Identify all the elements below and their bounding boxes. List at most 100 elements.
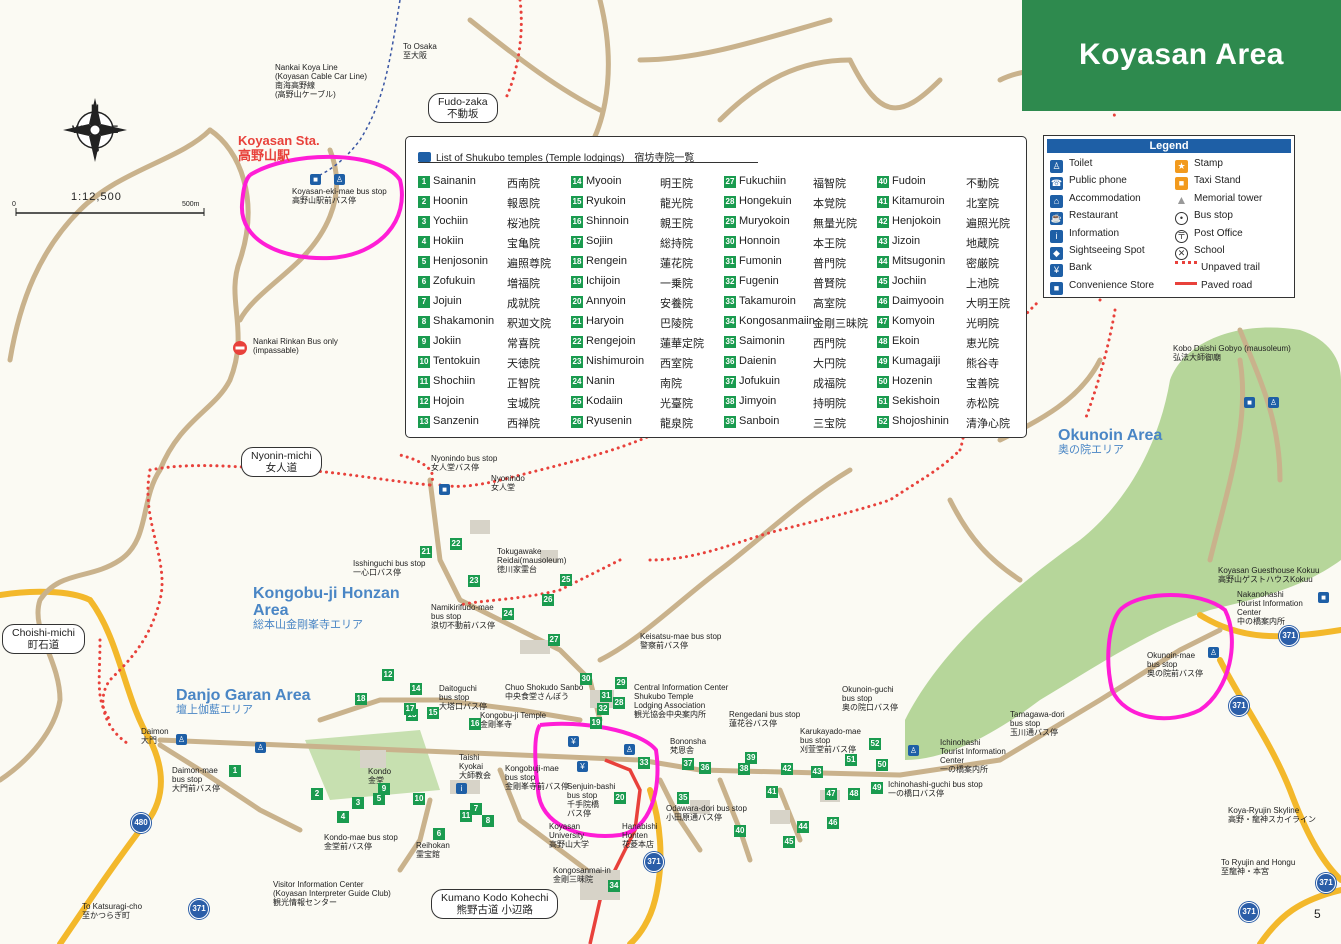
compass-w-label: W bbox=[72, 124, 83, 136]
rengedani-label: Rengedani bus stop 蓮花谷バス停 bbox=[729, 710, 801, 728]
map-temple-number: 4 bbox=[337, 811, 349, 823]
bus-stop-icon: ■ bbox=[439, 484, 450, 495]
temple-name-en: Haryoin bbox=[586, 315, 624, 327]
temple-number: 31 bbox=[724, 256, 736, 268]
to-osaka-label: To Osaka 至大阪 bbox=[403, 42, 437, 60]
legend-item: ♙ Toilet bbox=[1050, 157, 1092, 173]
sightseeing-icon: ◆ bbox=[1050, 247, 1063, 260]
map-temple-number: 32 bbox=[597, 703, 609, 715]
temple-number: 16 bbox=[571, 216, 583, 228]
legend-label: Bank bbox=[1069, 262, 1092, 274]
temple-name-ja: 福智院 bbox=[813, 178, 846, 190]
map-temple-number: 3 bbox=[352, 797, 364, 809]
stamp-icon: ★ bbox=[1175, 160, 1188, 173]
bank-icon: ¥ bbox=[577, 761, 588, 772]
ichinohashi-info-label: Ichinohashi Tourist Information Center 一の橋案… bbox=[940, 738, 1006, 774]
legend-item: ⌂ Accommodation bbox=[1050, 192, 1141, 208]
temple-name-en: Nishimuroin bbox=[586, 355, 645, 367]
temple-number: 50 bbox=[877, 376, 889, 388]
temple-name-en: Jojuin bbox=[433, 295, 462, 307]
temple-name-ja: 釈迦文院 bbox=[507, 318, 551, 330]
temple-name-ja: 三宝院 bbox=[813, 418, 846, 430]
map-temple-number: 25 bbox=[560, 574, 572, 586]
map-temple-number: 50 bbox=[876, 759, 888, 771]
temple-name-en: Zofukuin bbox=[433, 275, 476, 287]
route-480-marker: 480 bbox=[131, 813, 151, 833]
daimon-label: Daimon 大門 bbox=[141, 727, 169, 745]
temple-name-ja: 成就院 bbox=[507, 298, 540, 310]
temple-name-en: Henjokoin bbox=[892, 215, 941, 227]
map-temple-number: 45 bbox=[783, 836, 795, 848]
compass-e-label: E bbox=[111, 124, 119, 136]
accommodation-icon: ⌂ bbox=[1050, 194, 1063, 208]
temple-name-en: Hojoin bbox=[433, 395, 465, 407]
legend-item: • Bus stop bbox=[1175, 209, 1233, 226]
temple-name-en: Hozenin bbox=[892, 375, 933, 387]
okunoin-mae-label: Okunoin-mae bus stop 奥の院前バス停 bbox=[1147, 651, 1203, 678]
temple-name-ja: 南院 bbox=[660, 378, 682, 390]
guesthouse-label: Koyasan Guesthouse Kokuu 高野山ゲストハウスKokuu bbox=[1218, 566, 1320, 584]
fudozaka-label: Fudo-zaka 不動坂 bbox=[428, 93, 498, 123]
map-temple-number: 8 bbox=[482, 815, 494, 827]
temple-name-en: Daimyooin bbox=[892, 295, 944, 307]
taishi-kyokai-label: Taishi Kyokai 大師教会 bbox=[459, 753, 491, 780]
information-icon: i bbox=[1050, 229, 1063, 243]
map-temple-number: 14 bbox=[410, 683, 422, 695]
map-temple-number: 1 bbox=[229, 765, 241, 777]
nyonindo-label: Nyonindo 女人堂 bbox=[491, 474, 525, 492]
map-temple-number: 22 bbox=[450, 538, 462, 550]
nyonindo-bus-label: Nyonindo bus stop 女人堂バス停 bbox=[431, 454, 498, 472]
temple-name-en: Nanin bbox=[586, 375, 615, 387]
temple-name-ja: 西室院 bbox=[660, 358, 693, 370]
temple-name-ja: 安養院 bbox=[660, 298, 693, 310]
bus-stop-icon: • bbox=[1175, 212, 1188, 226]
temple-number: 43 bbox=[877, 236, 889, 248]
temple-number: 48 bbox=[877, 336, 889, 348]
map-temple-number: 38 bbox=[738, 763, 750, 775]
map-temple-number: 17 bbox=[404, 703, 416, 715]
temple-number: 11 bbox=[418, 376, 430, 388]
legend-label: Stamp bbox=[1194, 158, 1223, 169]
temple-number: 10 bbox=[418, 356, 430, 368]
scale-max: 500m bbox=[182, 201, 200, 208]
temple-name-ja: 遍照尊院 bbox=[507, 258, 551, 270]
map-temple-number: 26 bbox=[542, 594, 554, 606]
map-temple-number: 31 bbox=[600, 690, 612, 702]
compass-n-label: N bbox=[91, 103, 99, 115]
map-temple-number: 2 bbox=[311, 788, 323, 800]
map-temple-number: 12 bbox=[382, 669, 394, 681]
temple-name-ja: 常喜院 bbox=[507, 338, 540, 350]
temple-name-ja: 密厳院 bbox=[966, 258, 999, 270]
central-info-label: Central Information Center Shukubo Temple… bbox=[634, 683, 729, 719]
karukaya-label: Karukayado-mae bus stop 刈萱堂前バス停 bbox=[800, 727, 861, 754]
nakanohashi-label: Nakanohashi Tourist Information Center 中の橋案… bbox=[1237, 590, 1303, 626]
hanabishi-label: Hanabishi Honten 花菱本店 bbox=[622, 822, 658, 849]
map-temple-number: 6 bbox=[433, 828, 445, 840]
temple-number: 14 bbox=[571, 176, 583, 188]
temple-name-ja: 持明院 bbox=[813, 398, 846, 410]
temple-number: 22 bbox=[571, 336, 583, 348]
temple-name-ja: 北室院 bbox=[966, 198, 999, 210]
temple-name-ja: 無量光院 bbox=[813, 218, 857, 230]
legend-item: ■ Convenience Store bbox=[1050, 279, 1154, 295]
temple-number: 39 bbox=[724, 416, 736, 428]
temple-name-ja: 龍光院 bbox=[660, 198, 693, 210]
temple-number: 5 bbox=[418, 256, 430, 268]
temple-name-en: Shochiin bbox=[433, 375, 476, 387]
toilet-icon: ♙ bbox=[176, 734, 187, 745]
route-371-marker: 371 bbox=[1229, 696, 1249, 716]
map-temple-number: 39 bbox=[745, 752, 757, 764]
temple-number: 38 bbox=[724, 396, 736, 408]
restaurant-icon: ☕ bbox=[1050, 212, 1063, 226]
to-ryujin-label: To Ryujin and Hongu 至龍神・本宮 bbox=[1221, 858, 1296, 876]
map-temple-number: 46 bbox=[827, 817, 839, 829]
keisatsu-label: Keisatsu-mae bus stop 警察前バス停 bbox=[640, 632, 722, 650]
temple-name-en: Hokiin bbox=[433, 235, 464, 247]
okunoin-area-label: Okunoin Area 奥の院エリア bbox=[1058, 427, 1163, 456]
isshinguchi-label: Isshinguchi bus stop 一心口バス停 bbox=[353, 559, 426, 577]
temple-number: 1 bbox=[418, 176, 430, 188]
temple-number: 52 bbox=[877, 416, 889, 428]
temple-name-en: Jofukuin bbox=[739, 375, 780, 387]
temple-number: 4 bbox=[418, 236, 430, 248]
temple-number: 40 bbox=[877, 176, 889, 188]
